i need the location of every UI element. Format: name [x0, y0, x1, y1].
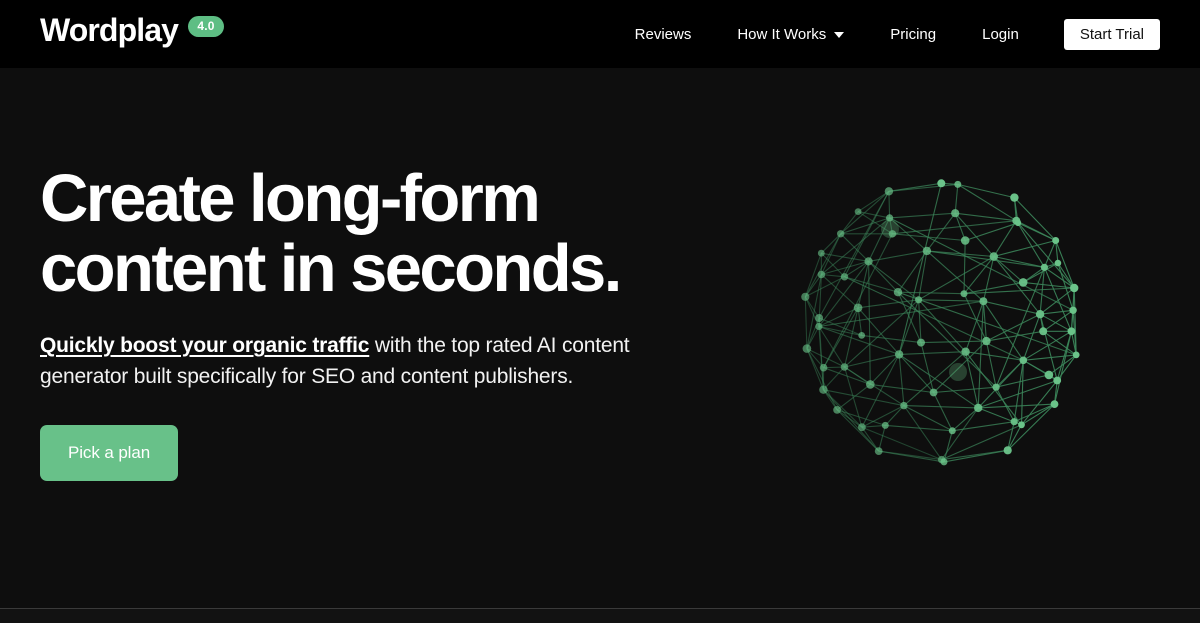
hero-section: Create long-form content in seconds. Qui…: [0, 68, 1200, 609]
version-badge: 4.0: [188, 15, 225, 37]
chevron-down-icon: [834, 32, 845, 38]
start-trial-button[interactable]: Start Trial: [1063, 18, 1160, 50]
pick-a-plan-button[interactable]: Pick a plan: [40, 425, 179, 481]
subhead-link[interactable]: Quickly boost your organic traffic: [40, 334, 369, 357]
nav-label-pricing: Pricing: [890, 25, 937, 43]
page-title: Create long-form content in seconds.: [40, 161, 622, 306]
main-navigation: Reviews How It Works Pricing Login Start…: [612, 0, 1160, 68]
nav-label-reviews: Reviews: [634, 25, 692, 43]
nav-label-how-it-works: How It Works: [737, 25, 827, 43]
hero-subheadline: Quickly boost your organic traffic with …: [40, 330, 690, 392]
brand-name: Wordplay: [40, 12, 179, 48]
hero-copy: Create long-form content in seconds. Qui…: [40, 164, 740, 481]
site-header: Wordplay 4.0 Reviews How It Works Pricin…: [0, 0, 1200, 68]
nav-item-pricing[interactable]: Pricing: [867, 27, 959, 42]
brand-logo[interactable]: Wordplay 4.0: [40, 12, 225, 48]
landing-page: Wordplay 4.0 Reviews How It Works Pricin…: [0, 0, 1200, 623]
nav-item-reviews[interactable]: Reviews: [612, 27, 715, 42]
nav-label-login: Login: [982, 25, 1019, 43]
network-sphere-graph-icon: [790, 172, 1090, 472]
network-graph-svg: [801, 179, 1080, 466]
nav-item-login[interactable]: Login: [959, 27, 1042, 42]
nav-item-how-it-works[interactable]: How It Works: [714, 27, 867, 42]
next-section-edge: [0, 609, 1200, 623]
